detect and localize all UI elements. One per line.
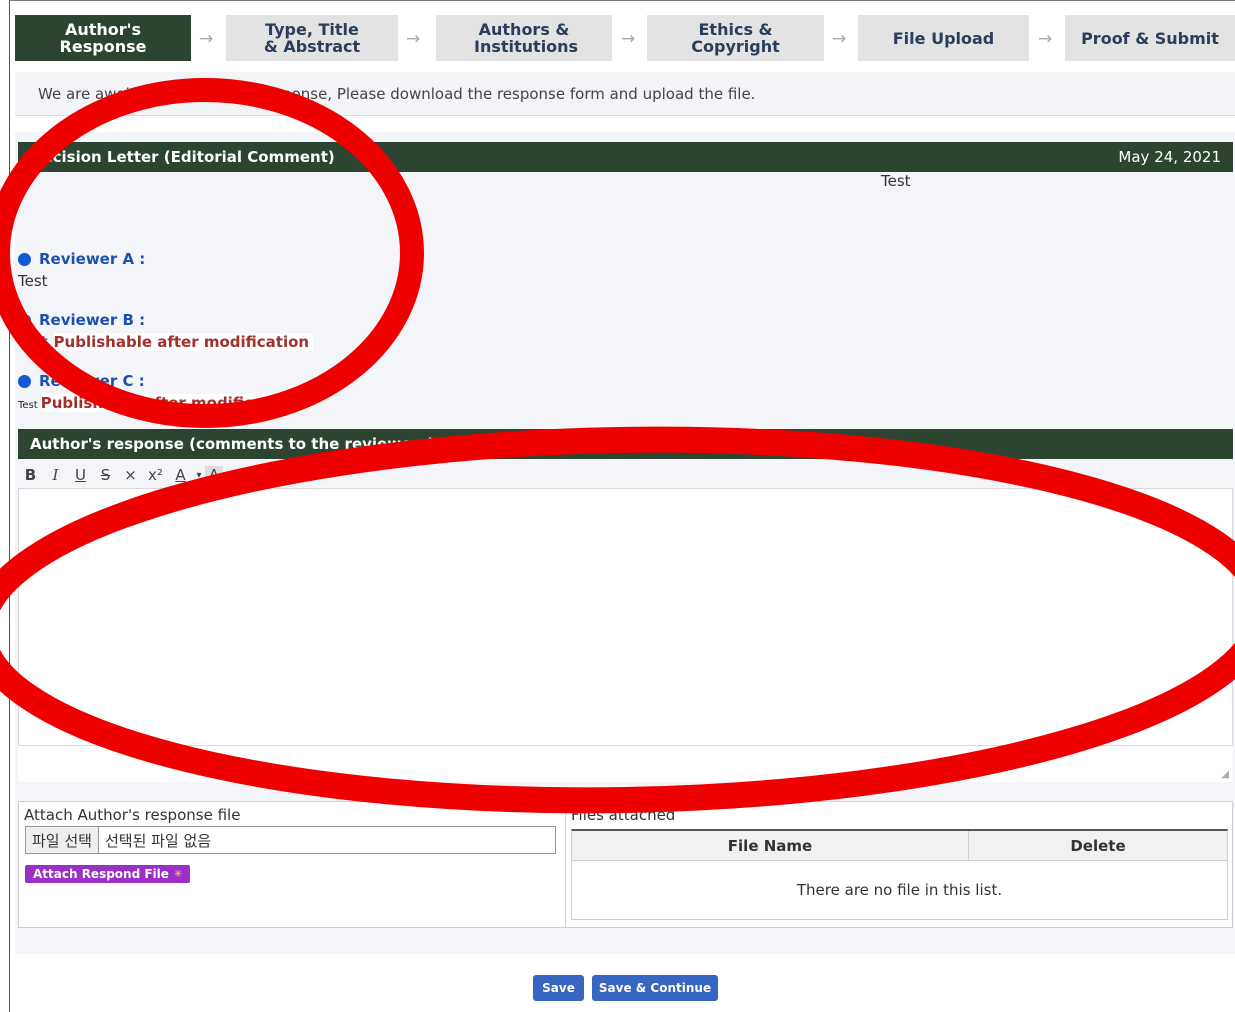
italic-button[interactable]: I (43, 466, 68, 484)
clear-format-button[interactable]: × (118, 466, 143, 484)
font-color-button[interactable]: A (168, 466, 193, 484)
superscript-button[interactable]: x² (143, 466, 168, 484)
window-left-border (9, 0, 10, 1012)
attach-respond-file-button[interactable]: Attach Respond File ✳ (25, 865, 191, 883)
table-header: File Name Delete (572, 831, 1227, 861)
empty-message: There are no file in this list. (796, 881, 1003, 899)
step-proof-submit[interactable]: Proof & Submit (1065, 15, 1235, 61)
arrow-right-icon: → (621, 29, 636, 49)
underline-button[interactable]: U (68, 466, 93, 484)
reviewer-a: Reviewer A : Test (18, 250, 145, 290)
code-view-button[interactable]: ‹› (264, 468, 289, 483)
chevron-down-icon[interactable]: ▾ (223, 470, 239, 481)
authors-response-header: Author's response (comments to the revie… (18, 429, 1233, 459)
step-file-upload[interactable]: File Upload (858, 15, 1029, 61)
reviewer-c: Reviewer C : Test Publishable after modif… (18, 372, 301, 412)
reviewer-b: Reviewer B : Test Publishable after modif… (18, 311, 314, 351)
window-top-border (9, 0, 1235, 1)
arrow-right-icon: → (1038, 29, 1053, 49)
highlight-color-button[interactable]: A (205, 466, 223, 484)
attachment-section: Attach Author's response file 파일 선택 선택된 … (18, 801, 1233, 928)
reviewer-label: Reviewer C : (39, 372, 145, 390)
save-continue-button[interactable]: Save & Continue (592, 975, 718, 1001)
arrow-right-icon: → (199, 29, 214, 49)
step-ethics-copyright[interactable]: Ethics & Copyright (647, 15, 824, 61)
file-status: 선택된 파일 없음 (104, 831, 212, 850)
step-authors-response[interactable]: Author's Response (15, 15, 191, 61)
save-button[interactable]: Save (533, 975, 584, 1001)
editor-toolbar: B I U S × x² A ▾ A ▾ Ω ‹› 👁 (18, 462, 1233, 488)
step-type-title-abstract[interactable]: Type, Title & Abstract (226, 15, 398, 61)
step-navigation: Author's Response → Type, Title & Abstra… (15, 15, 1235, 61)
resize-handle-icon[interactable]: ◢ (1221, 769, 1229, 780)
decision-date: May 24, 2021 (1118, 148, 1221, 166)
attach-file-area: Attach Author's response file 파일 선택 선택된 … (19, 802, 566, 927)
reviewer-comment: Test (18, 272, 48, 290)
editorial-comment: Test (881, 172, 911, 190)
arrow-right-icon: → (406, 29, 421, 49)
bullet-icon (18, 374, 31, 388)
authors-response-title: Author's response (comments to the revie… (30, 435, 435, 453)
reviewer-comment: Test (18, 333, 48, 351)
bullet-icon (18, 252, 31, 266)
decision-letter-header: Decision Letter (Editorial Comment) May … (18, 142, 1233, 172)
decision-letter-title: Decision Letter (Editorial Comment) (30, 148, 335, 166)
col-file-name: File Name (572, 831, 969, 860)
notice-text: We are awaiting the author's response, P… (38, 84, 756, 103)
reviewer-label: Reviewer B : (39, 311, 146, 329)
bold-button[interactable]: B (18, 466, 43, 484)
files-table: File Name Delete There are no file in th… (571, 829, 1228, 920)
strikethrough-button[interactable]: S (93, 466, 118, 484)
file-input[interactable]: 파일 선택 선택된 파일 없음 (25, 826, 556, 854)
reviewer-comment: Test (18, 400, 38, 411)
editor-statusbar: ◢ (18, 746, 1233, 782)
arrow-right-icon: → (832, 29, 847, 49)
sparkle-icon: ✳ (173, 868, 183, 880)
response-editor[interactable] (18, 488, 1233, 746)
reviewer-decision: Publishable after modification (53, 333, 314, 351)
bullet-icon (18, 313, 31, 327)
col-delete: Delete (1070, 836, 1126, 855)
choose-file-button[interactable]: 파일 선택 (26, 827, 99, 853)
chevron-down-icon[interactable]: ▾ (193, 470, 205, 481)
preview-eye-icon[interactable]: 👁 (289, 468, 314, 482)
notice-banner: We are awaiting the author's response, P… (15, 72, 1235, 116)
attach-label: Attach Author's response file (24, 806, 241, 824)
special-character-button[interactable]: Ω (239, 465, 264, 485)
reviewer-decision: Publishable after modification (40, 394, 301, 412)
files-attached-label: Files attached (571, 806, 676, 824)
reviewer-label: Reviewer A : (39, 250, 146, 268)
step-authors-institutions[interactable]: Authors & Institutions (436, 15, 612, 61)
review-panel: Decision Letter (Editorial Comment) May … (15, 132, 1235, 954)
